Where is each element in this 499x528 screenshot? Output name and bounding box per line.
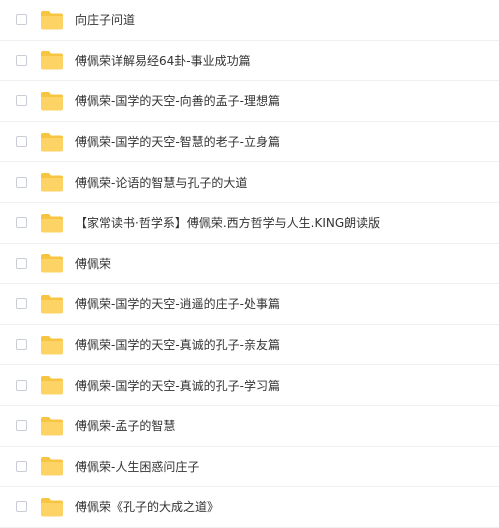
file-row[interactable]: 傅佩荣-国学的天空-逍遥的庄子-处事篇	[0, 284, 499, 325]
checkbox[interactable]	[16, 54, 27, 66]
checkbox[interactable]	[16, 257, 27, 269]
checkbox[interactable]	[16, 379, 27, 391]
file-row[interactable]: 向庄子问道	[0, 0, 499, 41]
folder-icon[interactable]	[40, 213, 64, 233]
file-name[interactable]: 傅佩荣-国学的天空-逍遥的庄子-处事篇	[75, 295, 280, 312]
file-row[interactable]: 傅佩荣-论语的智慧与孔子的大道	[0, 162, 499, 203]
file-name[interactable]: 傅佩荣-国学的天空-智慧的老子-立身篇	[75, 133, 280, 150]
checkbox[interactable]	[16, 298, 27, 310]
checkbox[interactable]	[16, 176, 27, 188]
file-name[interactable]: 傅佩荣	[75, 255, 111, 272]
checkbox[interactable]	[16, 136, 27, 148]
file-row[interactable]: 傅佩荣-孟子的智慧	[0, 406, 499, 447]
folder-icon[interactable]	[40, 172, 64, 192]
folder-icon[interactable]	[40, 335, 64, 355]
file-name[interactable]: 傅佩荣《孔子的大成之道》	[75, 498, 219, 515]
checkbox[interactable]	[16, 217, 27, 229]
file-name[interactable]: 向庄子问道	[75, 11, 135, 28]
folder-icon[interactable]	[40, 294, 64, 314]
folder-icon[interactable]	[40, 497, 64, 517]
file-row[interactable]: 傅佩荣-国学的天空-真诚的孔子-亲友篇	[0, 325, 499, 366]
file-row[interactable]: 傅佩荣-国学的天空-智慧的老子-立身篇	[0, 122, 499, 163]
folder-icon[interactable]	[40, 416, 64, 436]
file-name[interactable]: 傅佩荣-人生困惑问庄子	[75, 458, 199, 475]
folder-icon[interactable]	[40, 132, 64, 152]
file-row[interactable]: 傅佩荣-人生困惑问庄子	[0, 447, 499, 488]
file-name[interactable]: 傅佩荣-国学的天空-真诚的孔子-亲友篇	[75, 336, 280, 353]
file-name[interactable]: 傅佩荣-论语的智慧与孔子的大道	[75, 174, 247, 191]
folder-icon[interactable]	[40, 10, 64, 30]
checkbox[interactable]	[16, 460, 27, 472]
file-row[interactable]: 傅佩荣《孔子的大成之道》	[0, 487, 499, 528]
folder-icon[interactable]	[40, 50, 64, 70]
checkbox[interactable]	[16, 420, 27, 432]
checkbox[interactable]	[16, 501, 27, 513]
folder-icon[interactable]	[40, 253, 64, 273]
file-name[interactable]: 【家常读书·哲学系】傅佩荣.西方哲学与人生.KING朗读版	[75, 214, 380, 231]
file-name[interactable]: 傅佩荣-国学的天空-向善的孟子-理想篇	[75, 92, 280, 109]
folder-icon[interactable]	[40, 456, 64, 476]
file-list: 向庄子问道 傅佩荣详解易经64卦-事业成功篇 傅佩荣-国学的天空-向善的孟子-理…	[0, 0, 499, 528]
folder-icon[interactable]	[40, 375, 64, 395]
file-name[interactable]: 傅佩荣-孟子的智慧	[75, 417, 175, 434]
file-name[interactable]: 傅佩荣详解易经64卦-事业成功篇	[75, 52, 251, 69]
checkbox[interactable]	[16, 339, 27, 351]
file-row[interactable]: 傅佩荣-国学的天空-真诚的孔子-学习篇	[0, 365, 499, 406]
checkbox[interactable]	[16, 14, 27, 26]
folder-icon[interactable]	[40, 91, 64, 111]
file-name[interactable]: 傅佩荣-国学的天空-真诚的孔子-学习篇	[75, 377, 280, 394]
file-row[interactable]: 【家常读书·哲学系】傅佩荣.西方哲学与人生.KING朗读版	[0, 203, 499, 244]
file-row[interactable]: 傅佩荣	[0, 244, 499, 285]
file-row[interactable]: 傅佩荣-国学的天空-向善的孟子-理想篇	[0, 81, 499, 122]
checkbox[interactable]	[16, 95, 27, 107]
file-row[interactable]: 傅佩荣详解易经64卦-事业成功篇	[0, 41, 499, 82]
